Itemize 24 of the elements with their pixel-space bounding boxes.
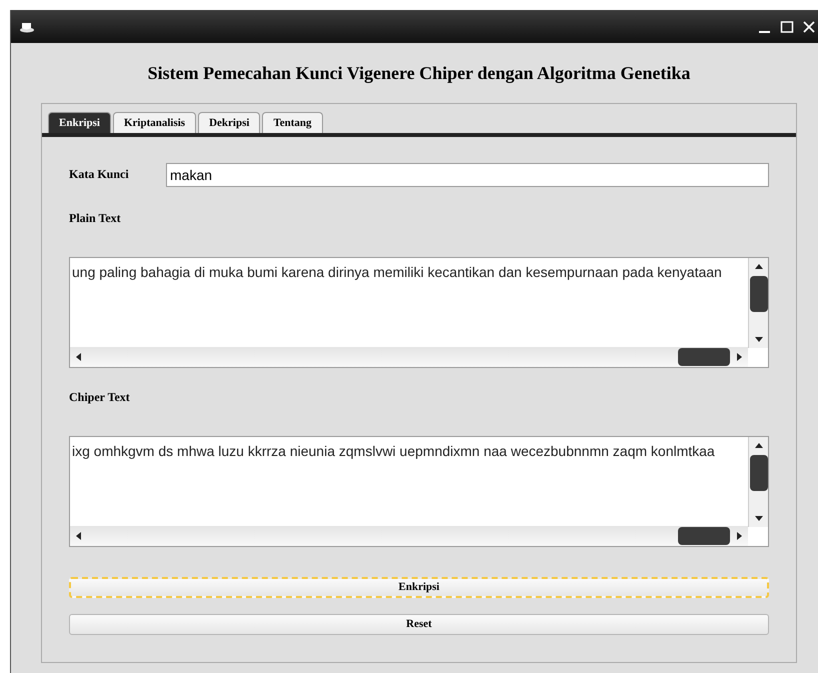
field-label: Kata Kunci — [69, 166, 130, 183]
horizontal-scrollbar[interactable] — [70, 347, 748, 367]
scrollbar-thumb[interactable] — [750, 276, 768, 312]
tab[interactable]: Tentang — [262, 112, 323, 133]
close-icon[interactable] — [802, 20, 816, 34]
input-field[interactable]: makan — [166, 163, 769, 187]
text-area[interactable]: ixg omhkgvm ds mhwa luzu kkrrza nieunia zqmslvwi uepmndixmn naa wecezbubnnmn zaqm konlmtkaa — [69, 436, 769, 547]
vertical-scrollbar[interactable] — [748, 437, 768, 527]
scrollbar-thumb[interactable] — [750, 455, 768, 491]
vertical-scrollbar[interactable] — [748, 258, 768, 348]
tab[interactable]: Kriptanalisis — [112, 112, 196, 133]
coffee-cup-icon — [19, 20, 35, 32]
action-button[interactable]: Enkripsi — [69, 577, 769, 598]
maximize-icon[interactable] — [780, 20, 794, 34]
scrollbar-thumb[interactable] — [678, 527, 730, 545]
field-label: Chiper Text — [69, 389, 131, 406]
app-heading: Sistem Pemecahan Kunci Vigenere Chiper dengan Algoritma Genetika — [148, 62, 690, 85]
tab[interactable]: Dekripsi — [198, 112, 260, 133]
action-button[interactable]: Reset — [69, 614, 769, 635]
scrollbar-thumb[interactable] — [678, 348, 730, 366]
tab[interactable]: Enkripsi — [48, 112, 111, 133]
horizontal-scrollbar[interactable] — [70, 526, 748, 546]
field-label: Plain Text — [69, 210, 122, 227]
text-area[interactable]: ung paling bahagia di muka bumi karena dirinya memiliki kecantikan dan kesempurnaan pada kenyataan — [69, 257, 769, 368]
